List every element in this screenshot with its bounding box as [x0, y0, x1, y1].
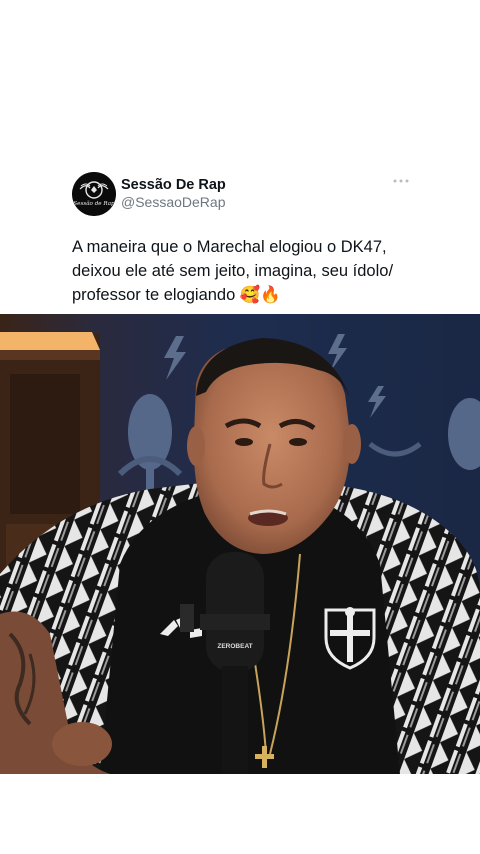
display-name[interactable]: Sessão De Rap: [121, 177, 226, 194]
author-names: Sessão De Rap @SessaoDeRap: [121, 177, 226, 211]
sessao-de-rap-logo: Sessão de Rap: [72, 172, 116, 216]
more-horizontal-icon[interactable]: [391, 174, 411, 186]
avatar-logo-text: Sessão de Rap: [73, 200, 115, 207]
tweet-screenshot: Sessão de Rap Sessão De Rap @SessaoDeRap…: [0, 0, 480, 854]
mic-brand-label: ZEROBEAT: [217, 643, 252, 650]
video-frame: ZEROBEAT: [0, 314, 480, 774]
handle[interactable]: @SessaoDeRap: [121, 194, 226, 211]
avatar[interactable]: Sessão de Rap: [72, 172, 116, 216]
tweet-media[interactable]: ZEROBEAT: [0, 314, 480, 774]
tweet-header: Sessão de Rap Sessão De Rap @SessaoDeRap: [72, 172, 417, 218]
tweet-text: A maneira que o Marechal elogiou o DK47,…: [72, 238, 394, 304]
